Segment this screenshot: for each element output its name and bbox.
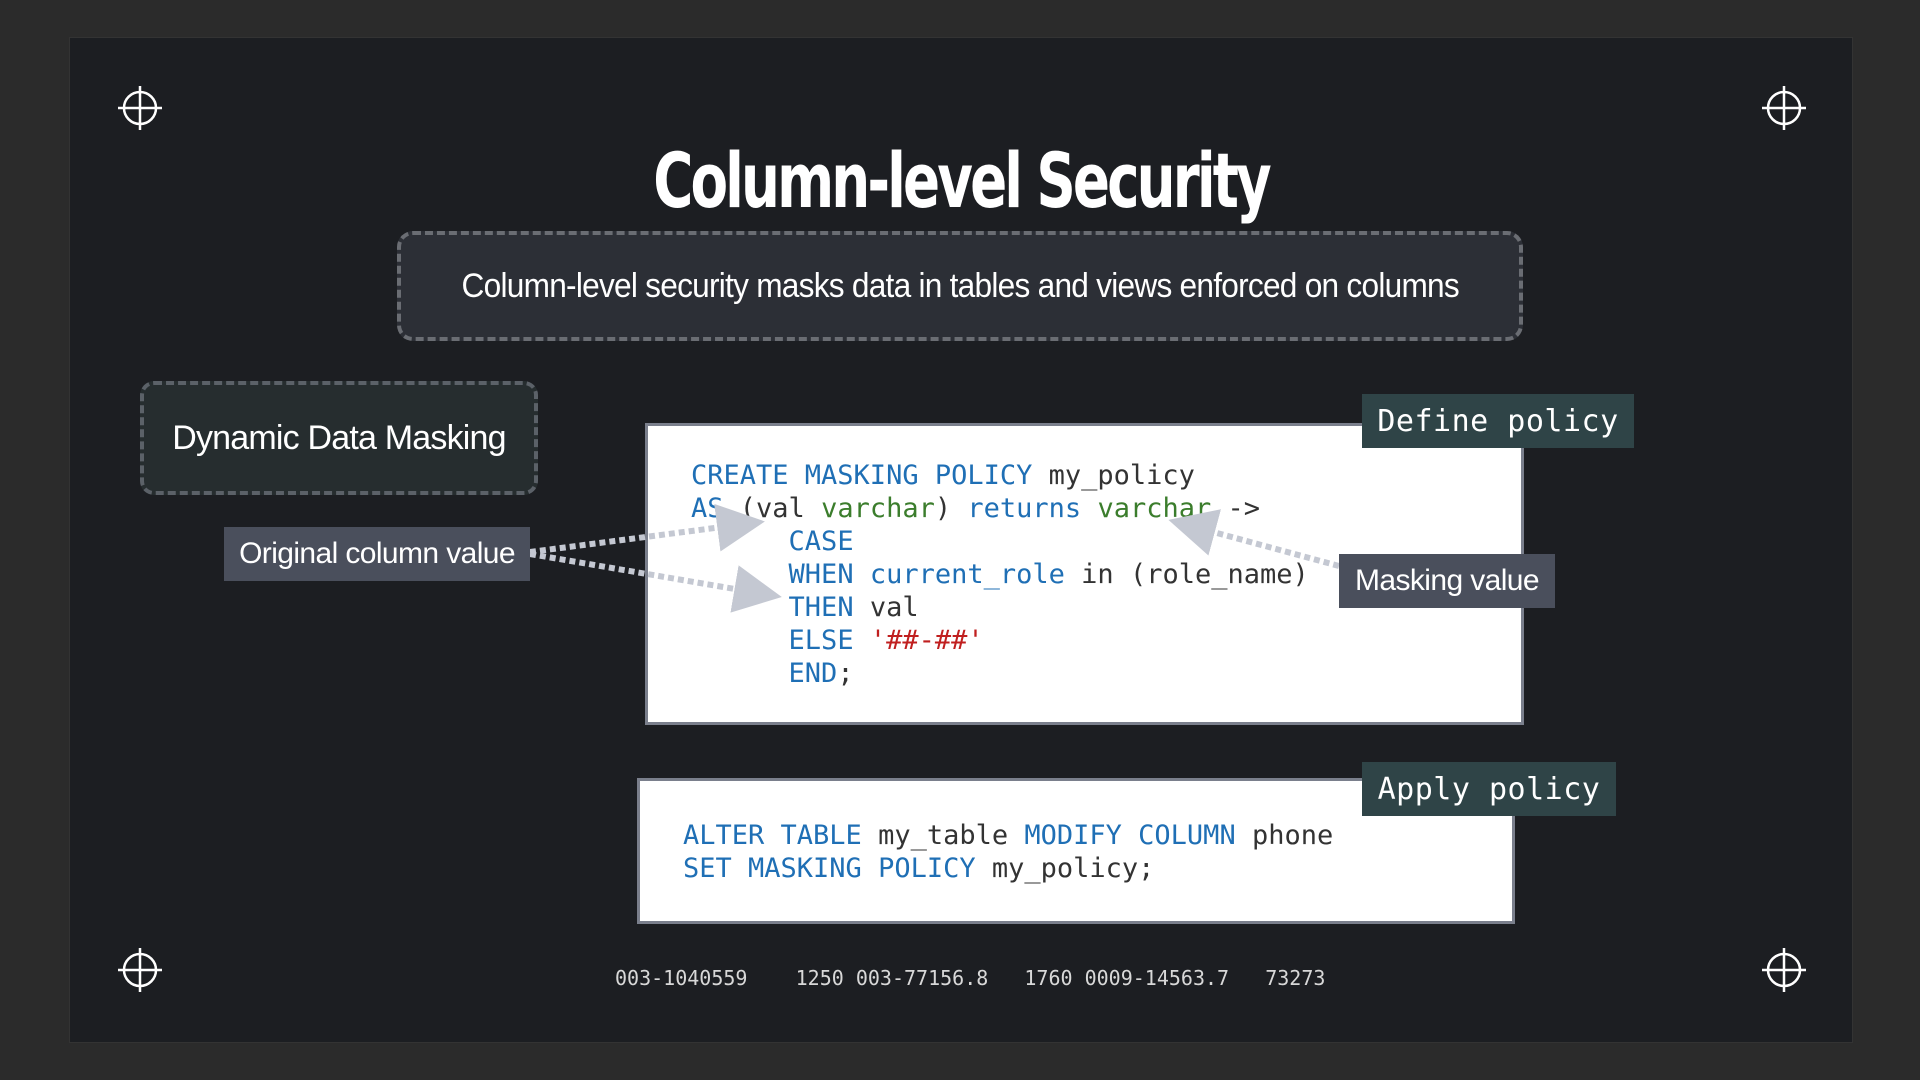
crosshair-icon [118,948,162,992]
apply-policy-tag: Apply policy [1362,762,1616,816]
crosshair-icon [118,86,162,130]
crosshair-icon [1762,948,1806,992]
feature-box: Dynamic Data Masking [140,381,538,495]
feature-box-label: Dynamic Data Masking [172,418,506,457]
slide: Column-level Security Column-level secur… [70,38,1852,1042]
footer-numbers: 003-1040559 1250 003-77156.8 1760 0009-1… [615,966,1326,990]
slide-title: Column-level Security [653,136,1271,225]
define-policy-code: CREATE MASKING POLICY my_policy AS (val … [691,460,1309,689]
masking-value-label: Masking value [1339,554,1555,608]
subtitle-callout: Column-level security masks data in tabl… [397,231,1523,341]
subtitle-text: Column-level security masks data in tabl… [461,266,1459,305]
original-value-label: Original column value [224,527,530,581]
crosshair-icon [1762,86,1806,130]
define-policy-tag: Define policy [1362,394,1634,448]
apply-policy-code: ALTER TABLE my_table MODIFY COLUMN phone… [683,820,1334,884]
